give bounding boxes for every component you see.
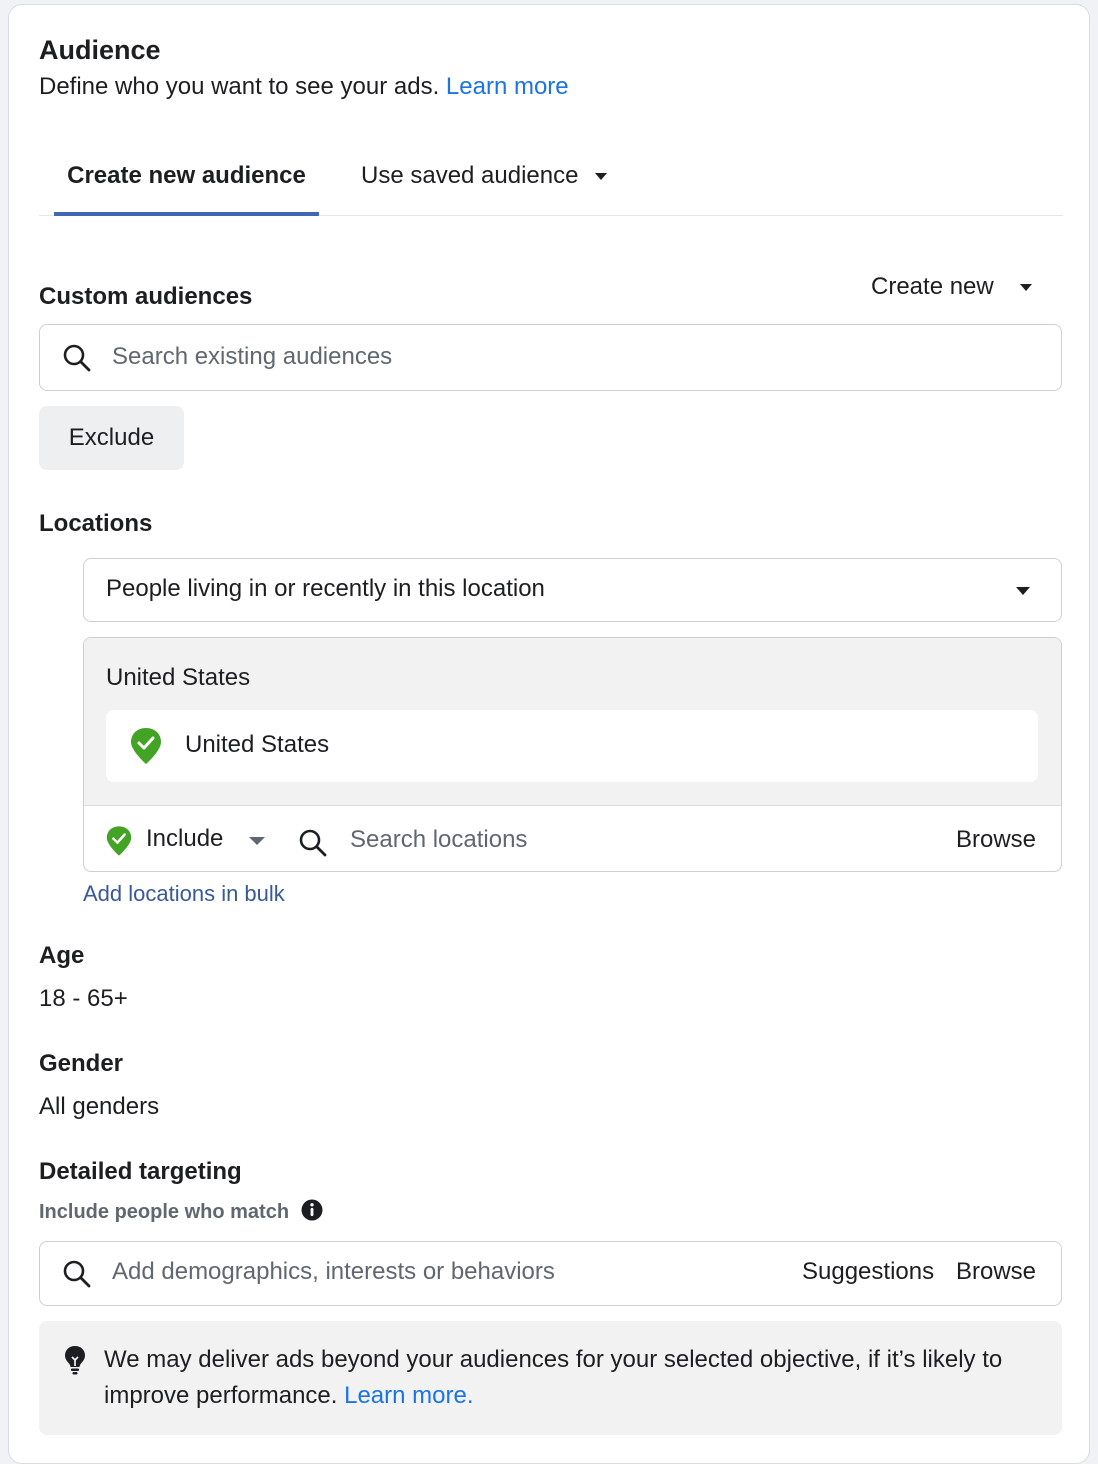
learn-more-link[interactable]: Learn more [446, 73, 569, 100]
notice-text-block: We may deliver ads beyond your audiences… [104, 1342, 1049, 1414]
chevron-down-icon [1020, 284, 1033, 292]
tab-create-label: Create new audience [67, 162, 306, 189]
location-type-dropdown[interactable]: People living in or recently in this loc… [83, 558, 1062, 622]
audience-tabs: Create new audience Use saved audience [39, 145, 1063, 216]
custom-audience-search-placeholder: Search existing audiences [112, 343, 393, 370]
lightbulb-icon [65, 1346, 85, 1375]
gender-label: Gender [39, 1050, 124, 1077]
selected-location-item[interactable]: United States [106, 710, 1038, 782]
page-title: Audience [39, 35, 161, 65]
custom-audiences-label: Custom audiences [39, 283, 253, 310]
detailed-targeting-subtitle: Include people who match [39, 1199, 323, 1224]
subtitle-text: Define who you want to see your ads. [39, 73, 440, 100]
location-search-input[interactable]: Search locations [350, 826, 527, 854]
notice-text: We may deliver ads beyond your audiences… [104, 1346, 1003, 1409]
include-label: Include [146, 825, 224, 852]
custom-audience-search[interactable]: Search existing audiences [39, 324, 1062, 391]
chevron-down-icon [595, 173, 608, 181]
search-icon [63, 344, 91, 372]
age-value[interactable]: 18 - 65+ [39, 985, 128, 1013]
location-group-header: United States [106, 664, 251, 691]
detailed-targeting-search[interactable]: Add demographics, interests or behaviors… [39, 1241, 1062, 1306]
locations-label: Locations [39, 510, 153, 537]
age-label: Age [39, 942, 85, 969]
page-subtitle: Define who you want to see your ads. Lea… [39, 73, 569, 101]
gender-value[interactable]: All genders [39, 1093, 159, 1121]
search-icon [63, 1260, 91, 1288]
tab-saved-label: Use saved audience [361, 162, 579, 189]
tab-create-new-audience[interactable]: Create new audience [54, 145, 319, 216]
audience-card: Audience Define who you want to see your… [8, 4, 1090, 1464]
create-new-label: Create new [871, 273, 994, 300]
detailed-targeting-label: Detailed targeting [39, 1158, 242, 1185]
suggestions-button[interactable]: Suggestions [802, 1258, 934, 1286]
chevron-down-icon [249, 837, 265, 845]
location-selection-panel: United States United States Include Sear… [83, 637, 1062, 872]
location-browse-button[interactable]: Browse [956, 826, 1036, 854]
selected-location-name: United States [185, 731, 330, 758]
exclude-button[interactable]: Exclude [39, 406, 184, 470]
search-icon [299, 829, 327, 857]
detailed-browse-button[interactable]: Browse [956, 1258, 1036, 1286]
detailed-targeting-placeholder: Add demographics, interests or behaviors [112, 1258, 555, 1285]
notice-learn-more-link[interactable]: Learn more. [344, 1382, 473, 1409]
info-icon[interactable] [301, 1199, 323, 1221]
tab-use-saved-audience[interactable]: Use saved audience [361, 145, 608, 215]
create-new-dropdown[interactable]: Create new [871, 273, 1033, 301]
delivery-notice: We may deliver ads beyond your audiences… [39, 1321, 1062, 1435]
add-locations-bulk-link[interactable]: Add locations in bulk [83, 881, 285, 907]
location-type-value: People living in or recently in this loc… [106, 575, 545, 602]
chevron-down-icon [1016, 587, 1030, 595]
include-match-text: Include people who match [39, 1201, 290, 1223]
location-pin-check-icon [131, 728, 161, 764]
location-pin-check-icon [106, 826, 132, 856]
